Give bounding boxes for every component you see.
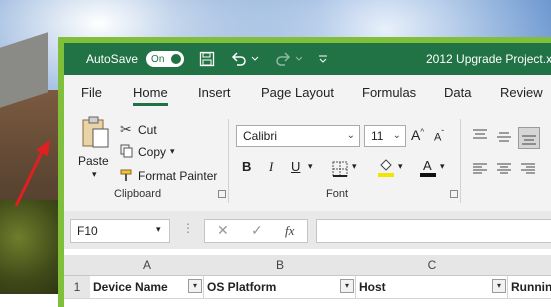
filter-dropdown-icon[interactable]: ▾: [188, 279, 202, 293]
bold-button[interactable]: B: [242, 159, 251, 174]
formula-buttons: ✕ ✓ fx: [204, 219, 308, 243]
undo-icon[interactable]: [230, 50, 248, 68]
font-size-select[interactable]: 11 ⌄: [364, 125, 406, 147]
background-tree: [0, 200, 62, 294]
copy-button[interactable]: Copy ▾: [120, 143, 190, 161]
chevron-down-icon[interactable]: ▾: [398, 161, 403, 172]
red-arrow-annotation: [14, 140, 50, 207]
ribbon-home: Paste ▾ ✂ Cut Copy ▾ Format Painter Clip…: [64, 109, 551, 211]
ribbon-tabs: File Home Insert Page Layout Formulas Da…: [64, 75, 551, 109]
formula-bar: F10 ▾ ⋮ ✕ ✓ fx: [64, 211, 551, 249]
autosave-toggle[interactable]: On: [146, 51, 185, 67]
chevron-down-icon[interactable]: ▾: [170, 146, 175, 157]
table-row: 1 Device Name ▾ OS Platform ▾ Host ▾ Run…: [64, 276, 551, 299]
group-divider: [228, 119, 229, 203]
chevron-down-icon[interactable]: ▾: [92, 169, 97, 180]
svg-text:A: A: [423, 158, 432, 173]
column-header-c[interactable]: C: [356, 258, 508, 272]
decrease-font-size-icon[interactable]: Aˇ: [434, 129, 444, 144]
increase-font-size-icon[interactable]: A^: [411, 127, 424, 143]
copy-icon: [120, 144, 133, 158]
scissors-icon: ✂: [120, 121, 132, 137]
italic-button[interactable]: I: [269, 159, 273, 175]
align-top-icon[interactable]: [472, 129, 488, 141]
align-right-icon[interactable]: [520, 163, 536, 175]
align-bottom-button[interactable]: [518, 127, 540, 149]
name-box[interactable]: F10: [70, 219, 170, 243]
cut-button[interactable]: ✂ Cut: [120, 121, 170, 139]
font-name-select[interactable]: Calibri ⌄: [236, 125, 360, 147]
tab-home[interactable]: Home: [133, 85, 168, 106]
tab-formulas[interactable]: Formulas: [362, 85, 416, 100]
chevron-down-icon[interactable]: ▾: [156, 224, 161, 235]
font-size-value: 11: [371, 129, 384, 143]
chevron-down-icon[interactable]: ▾: [440, 161, 445, 172]
autosave-label: AutoSave: [86, 52, 139, 66]
filter-dropdown-icon[interactable]: ▾: [340, 279, 354, 293]
borders-icon[interactable]: [332, 161, 348, 177]
redo-icon[interactable]: [274, 50, 292, 68]
cut-label: Cut: [138, 123, 157, 137]
header-label: Host: [359, 280, 386, 294]
worksheet-grid: A B C 1 Device Name ▾ OS Platform ▾ Host…: [64, 249, 551, 307]
more-options-icon[interactable]: ⋮: [182, 221, 194, 235]
filter-dropdown-icon[interactable]: ▾: [492, 279, 506, 293]
align-bottom-icon: [522, 135, 536, 145]
paste-icon: [82, 116, 109, 148]
fill-color-icon[interactable]: [377, 157, 395, 177]
font-dialog-launcher-icon[interactable]: [450, 190, 458, 198]
header-label: Device Name: [93, 280, 168, 294]
tab-page-layout[interactable]: Page Layout: [261, 85, 334, 100]
align-middle-icon[interactable]: [496, 131, 512, 143]
clipboard-group-label: Clipboard: [114, 188, 162, 200]
column-header-b[interactable]: B: [204, 258, 356, 272]
header-cell-host[interactable]: Host: [356, 276, 508, 298]
header-cell-device-name[interactable]: Device Name: [90, 276, 204, 298]
formula-input[interactable]: [316, 219, 551, 243]
format-painter-button[interactable]: Format Painter: [120, 167, 220, 185]
enter-icon[interactable]: ✓: [251, 222, 263, 239]
document-title: 2012 Upgrade Project.xl: [426, 52, 551, 66]
cancel-icon[interactable]: ✕: [217, 222, 229, 239]
font-name-value: Calibri: [243, 129, 278, 143]
font-group-label: Font: [326, 188, 349, 200]
chevron-down-icon: ⌄: [346, 130, 355, 141]
autosave-state: On: [151, 53, 165, 65]
chevron-down-icon[interactable]: ▾: [352, 161, 357, 172]
tab-review[interactable]: Review: [500, 85, 543, 100]
column-headers: A B C: [64, 255, 551, 276]
row-header[interactable]: 1: [64, 276, 90, 298]
quick-access-customize-icon[interactable]: [314, 50, 332, 68]
toggle-knob: [171, 54, 182, 64]
header-cell-running[interactable]: Runnin: [508, 276, 551, 298]
tab-file[interactable]: File: [81, 85, 102, 100]
tab-data[interactable]: Data: [444, 85, 471, 100]
column-header-a[interactable]: A: [90, 258, 204, 272]
align-center-icon[interactable]: [496, 163, 512, 175]
undo-dropdown-icon[interactable]: [250, 50, 260, 68]
paste-label: Paste: [78, 154, 109, 168]
copy-label: Copy: [138, 145, 167, 159]
font-color-icon[interactable]: A: [419, 157, 437, 177]
excel-window: AutoSave On 2012 Upgrade Project.xl File…: [58, 37, 551, 307]
paste-button[interactable]: Paste ▾: [76, 115, 116, 179]
group-divider: [460, 119, 461, 203]
underline-button[interactable]: U: [291, 159, 300, 174]
align-left-icon[interactable]: [472, 163, 488, 175]
insert-function-button[interactable]: fx: [285, 223, 294, 239]
tab-insert[interactable]: Insert: [198, 85, 231, 100]
header-label: Runnin: [511, 280, 551, 294]
title-bar: AutoSave On 2012 Upgrade Project.xl: [64, 43, 551, 75]
redo-dropdown-icon[interactable]: [294, 50, 304, 68]
save-icon[interactable]: [198, 50, 216, 68]
format-painter-label: Format Painter: [138, 169, 218, 183]
paintbrush-icon: [120, 169, 132, 181]
chevron-down-icon: ⌄: [392, 130, 401, 141]
chevron-down-icon[interactable]: ▾: [308, 161, 313, 172]
header-label: OS Platform: [207, 280, 277, 294]
clipboard-dialog-launcher-icon[interactable]: [218, 190, 226, 198]
header-cell-os-platform[interactable]: OS Platform: [204, 276, 356, 298]
